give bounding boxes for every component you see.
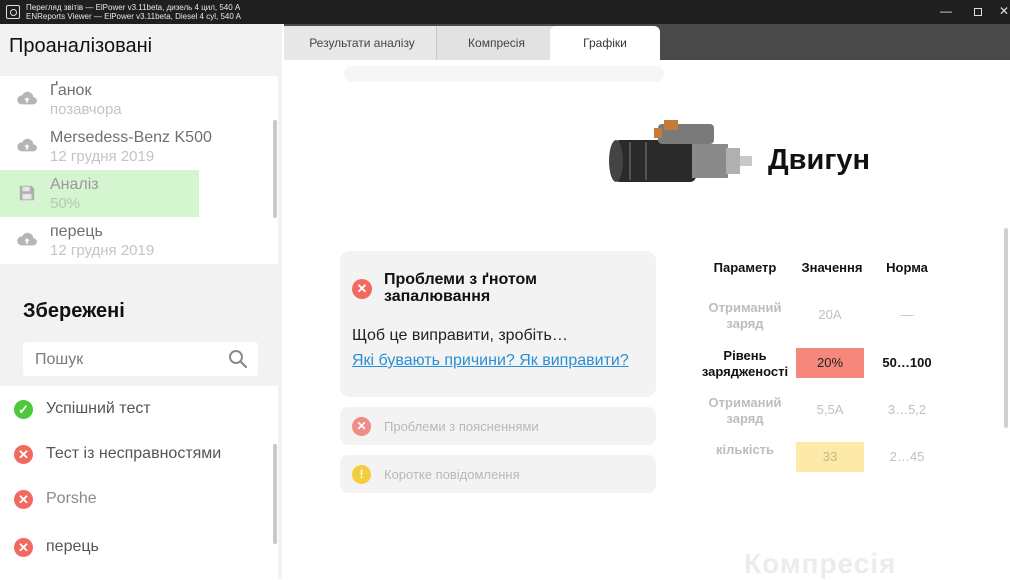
error-icon: ✕ [352, 279, 372, 299]
warning-title: Коротке повідомлення [384, 467, 520, 482]
issue-description: Щоб це виправити, зробіть… [352, 327, 568, 344]
cloud-upload-icon [17, 232, 37, 246]
column-header-value: Значення [801, 260, 863, 275]
param-value-warn: 33 [796, 442, 864, 472]
tab-bar: Результати аналізу Компресія Графіки [284, 24, 1010, 60]
maximize-icon [974, 7, 982, 16]
error-icon: ✕ [14, 445, 33, 464]
compression-section-title: Компресія [744, 548, 897, 579]
param-norm: 3…5,2 [887, 402, 927, 417]
tab-analysis-results[interactable]: Результати аналізу [284, 26, 440, 60]
analyzed-section-title: Проаналізовані [9, 35, 153, 57]
causes-link[interactable]: Які бувають причини? Як виправити? [352, 352, 629, 370]
list-item-name: Аналіз [50, 176, 99, 193]
save-icon [19, 185, 35, 201]
column-header-norm: Норма [886, 260, 928, 275]
list-item[interactable]: ✕ Тест із несправностями [0, 431, 278, 476]
issue-title: Проблеми з ґнотом запалювання [384, 271, 537, 305]
list-item-name: Тест із несправностями [46, 445, 222, 462]
close-button[interactable]: ✕ [988, 0, 1010, 24]
param-name: Отриманий заряд [708, 395, 782, 426]
cloud-upload-icon [17, 91, 37, 105]
param-norm: 50…100 [882, 355, 932, 370]
list-item[interactable]: ✕ Porshe [0, 476, 278, 521]
warning-card-collapsed[interactable]: ! Коротке повідомлення [340, 455, 656, 493]
param-norm: 2…45 [889, 449, 925, 464]
list-item-progress: 50% [50, 195, 81, 212]
cloud-upload-icon [17, 138, 37, 152]
saved-section-title: Збережені [23, 300, 125, 322]
issue-card: ✕ Проблеми з ґнотом запалювання Щоб це в… [340, 251, 656, 397]
main-scrollbar[interactable] [1004, 228, 1008, 428]
list-item[interactable]: ✕ перець [0, 524, 278, 569]
column-header-param: Параметр [713, 260, 777, 275]
list-item-date: позавчора [50, 101, 122, 118]
param-name: Отриманий заряд [708, 300, 782, 331]
list-item-name: Porshe [46, 490, 97, 507]
analyzed-list: Ґанок позавчора Mersedess-Benz K500 12 г… [0, 76, 278, 264]
param-norm: — [900, 307, 914, 322]
title-bar: Перегляд звітів — ElPower v3.11beta, диз… [0, 0, 1010, 24]
warning-icon: ! [352, 465, 371, 484]
list-item-name: Ґанок [50, 82, 92, 99]
tab-graphs[interactable]: Графіки [550, 26, 660, 60]
param-name: Рівень зарядженості [701, 348, 789, 379]
minimize-button[interactable]: — [930, 0, 962, 24]
error-icon: ✕ [14, 538, 33, 557]
app-logo-icon [6, 5, 20, 19]
param-value: 5,5A [816, 402, 844, 417]
tab-compression[interactable]: Компресія [436, 26, 556, 60]
list-item[interactable]: Ґанок позавчора [0, 76, 278, 123]
list-item-date: 12 грудня 2019 [50, 148, 155, 165]
window-subtitle: ENReports Viewer — ElPower v3.11beta, Di… [26, 12, 241, 21]
list-item-active[interactable]: Аналіз 50% [0, 170, 199, 217]
window-title: Перегляд звітів — ElPower v3.11beta, диз… [26, 3, 241, 12]
issue-title: Проблеми з поясненнями [384, 419, 539, 434]
saved-list: ✓ Успішний тест ✕ Тест із несправностями… [0, 386, 278, 579]
search-icon[interactable] [228, 349, 248, 369]
list-item-name: перець [50, 223, 103, 240]
faded-header [344, 66, 664, 82]
saved-scrollbar[interactable] [273, 444, 277, 544]
sidebar: Проаналізовані Ґанок позавчора Mersedess… [0, 24, 282, 579]
search-placeholder: Пошук [35, 351, 84, 368]
search-input[interactable]: Пошук [23, 342, 258, 376]
list-item-name: Mersedess-Benz K500 [50, 129, 212, 146]
param-value-bad: 20% [796, 348, 864, 378]
list-item[interactable]: ✓ Успішний тест [0, 386, 278, 431]
param-name: кількість [715, 442, 775, 457]
error-icon: ✕ [14, 490, 33, 509]
engine-title: Двигун [768, 144, 871, 176]
error-icon: ✕ [352, 417, 371, 436]
list-item-name: Успішний тест [46, 400, 151, 417]
list-item-name: перець [46, 538, 99, 555]
list-item-date: 12 грудня 2019 [50, 242, 155, 259]
main-content: Двигун ✕ Проблеми з ґнотом запалювання Щ… [284, 60, 1010, 579]
list-item[interactable]: Mersedess-Benz K500 12 грудня 2019 [0, 123, 278, 170]
starter-motor-image [609, 120, 752, 182]
param-value: 20A [818, 307, 842, 322]
check-icon: ✓ [14, 400, 33, 419]
issue-card-collapsed[interactable]: ✕ Проблеми з поясненнями [340, 407, 656, 445]
list-item[interactable]: перець 12 грудня 2019 [0, 217, 278, 264]
analyzed-scrollbar[interactable] [273, 120, 277, 218]
